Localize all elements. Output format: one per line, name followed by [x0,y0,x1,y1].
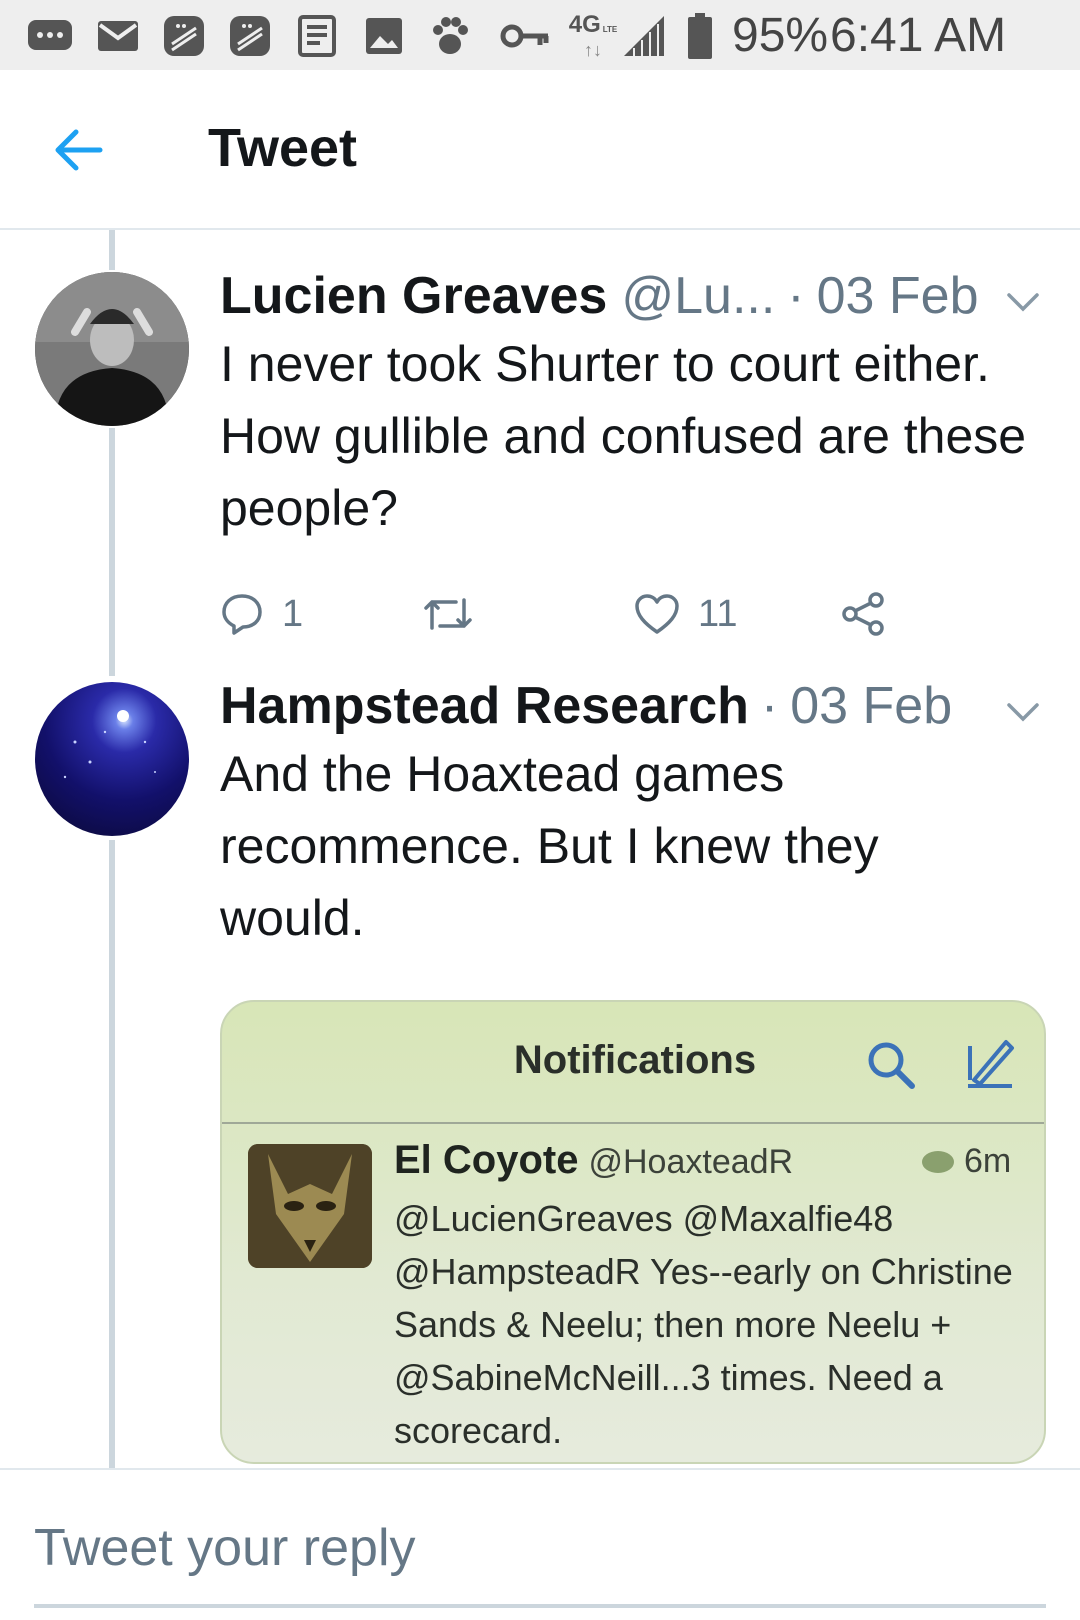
signal-icon [622,14,666,58]
battery-icon [686,13,714,59]
share-icon [842,592,884,636]
search-icon [864,1038,920,1099]
media-author-handle: @HoaxteadR [588,1143,794,1181]
app-bar: Tweet [0,70,1080,230]
separator: · [760,677,779,735]
reply-input[interactable]: Tweet your reply [34,1516,416,1580]
blackberry-icon [228,14,272,58]
media-author: El Coyote @HoaxteadR [394,1138,793,1183]
clock: 6:41 AM [830,9,1007,62]
news-icon [296,14,338,58]
battery-percent: 95% [732,9,829,62]
chat-bubble-icon [922,1150,954,1173]
paw-icon [428,14,472,58]
heart-icon [635,594,679,634]
media-tweet-text: @LucienGreaves @Maxalfie48 @HampsteadR Y… [394,1198,1013,1451]
media-time-label: 6m [964,1142,1012,1180]
reply-icon [222,594,262,635]
like-button[interactable]: 11 [634,584,737,644]
retweet-button[interactable] [422,584,492,644]
tweet-date: 03 Feb [790,677,953,735]
status-bar: 4G LTE ↑↓ 95% 6:41 AM [0,0,1080,70]
tweet-header: Hampstead Research · 03 Feb [220,674,952,744]
reply-input-underline [34,1604,1046,1608]
tweet-text: And the Hoaxtead games recommence. But I… [220,746,879,946]
author-handle[interactable]: @Lu... [621,264,775,328]
tweet-menu-button[interactable] [1005,290,1041,314]
tweet-text: I never took Shurter to court either. Ho… [220,336,1027,536]
author-name[interactable]: Hampstead Research [220,674,749,738]
media-author-name: El Coyote [394,1138,579,1182]
blackberry-icon [162,14,206,58]
tweet-header: Lucien Greaves @Lu... · 03 Feb [220,264,979,334]
tweet-media-image[interactable]: Notifications El Coyote @HoaxteadR 6m @Lu… [220,1000,1046,1464]
reply-button[interactable]: 1 [220,584,303,644]
chevron-down-icon [1007,703,1039,722]
network-icon: 4G LTE ↑↓ [568,10,618,60]
tweet-date: 03 Feb [816,267,979,325]
retweet-icon [424,598,472,630]
avatar[interactable] [35,272,189,426]
share-button[interactable] [840,584,886,644]
back-button[interactable] [50,122,110,178]
avatar[interactable] [35,682,189,836]
thread-line [109,428,115,676]
reply-bar: Tweet your reply [0,1468,1080,1620]
thread-line [109,230,115,270]
arrow-left-icon [55,129,103,171]
avatar [248,1144,372,1268]
image-icon [364,14,404,58]
media-notifications-title: Notifications [513,1038,757,1082]
mail-icon [96,14,140,58]
separator: · [787,267,805,325]
media-timestamp: 6m [922,1142,1011,1181]
divider [222,1122,1044,1124]
tweet-actions: 1 11 [220,584,920,644]
compose-icon [962,1032,1022,1097]
page-title: Tweet [208,118,358,178]
thread-line [109,840,115,1468]
tweet-menu-button[interactable] [1005,700,1041,724]
reply-count: 1 [282,592,304,635]
author-name[interactable]: Lucien Greaves [220,264,607,328]
key-icon [500,14,552,58]
like-count: 11 [698,592,738,635]
chevron-down-icon [1007,293,1039,312]
chat-bubble-icon [26,14,74,58]
